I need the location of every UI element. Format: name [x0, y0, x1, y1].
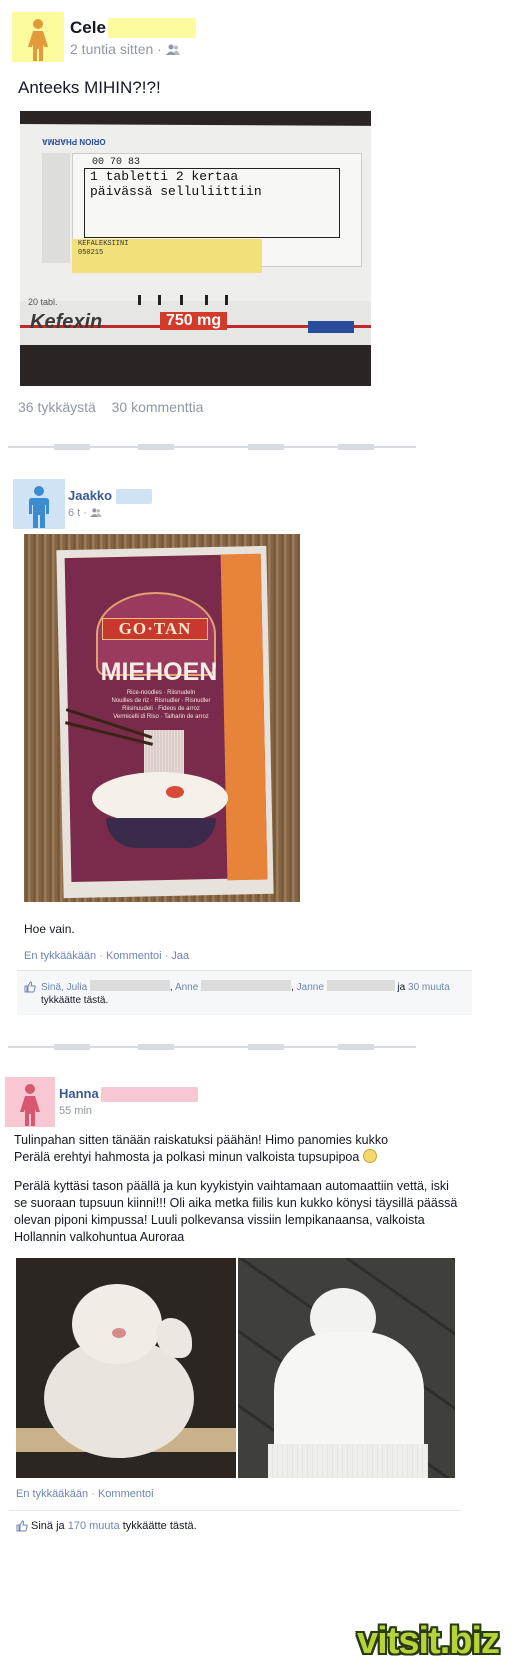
- meta-dot: ·: [157, 41, 166, 57]
- label-small: KEFALEKSIINI: [78, 240, 129, 248]
- label-line-2: päivässä selluliittiin: [90, 184, 262, 199]
- post-photo-medicine-box[interactable]: Kefexin 750 mg 20 tabl. ORION PHARMA 00 …: [20, 111, 371, 386]
- post-separator: [8, 1044, 416, 1050]
- person-female-icon: [28, 19, 48, 61]
- action-dot: ·: [91, 1488, 98, 1500]
- product-name: MIEHOEN: [100, 658, 218, 686]
- post-author-name[interactable]: Hanna: [59, 1086, 99, 1101]
- name-redaction: [326, 980, 395, 991]
- likes-suffix: tykkäätte tästä.: [122, 1520, 197, 1532]
- post-text: Tulinpahan sitten tänään raiskatuksi pää…: [14, 1133, 389, 1164]
- label-code: 050215: [78, 249, 104, 257]
- dose-text: 750 mg: [160, 312, 228, 330]
- likes-name-janne[interactable]: Janne: [297, 982, 324, 993]
- post-photo-rooster[interactable]: [16, 1258, 236, 1478]
- comment-link[interactable]: Kommentoi: [106, 950, 162, 962]
- name-redaction: [201, 980, 292, 991]
- post-timestamp[interactable]: 2 tuntia sitten: [70, 41, 153, 57]
- post-timestamp[interactable]: 6 t: [68, 507, 80, 519]
- comment-link[interactable]: Kommentoi: [98, 1488, 154, 1500]
- author-avatar-hanna[interactable]: [5, 1077, 55, 1127]
- friends-icon[interactable]: [90, 508, 102, 517]
- post-photo-white-beanie[interactable]: [238, 1258, 455, 1478]
- smiley-icon: [362, 1149, 377, 1163]
- post-author-name[interactable]: Cele: [70, 18, 106, 38]
- unlike-link[interactable]: En tykkääkään: [24, 950, 96, 962]
- thumbs-up-icon: [16, 1520, 28, 1532]
- post-author-name[interactable]: Jaakko: [68, 488, 112, 503]
- post-text-paragraph-2: Perälä kyttäsi tason päällä ja kun kyyki…: [14, 1179, 458, 1244]
- likes-summary: Sinä, Julia , Anne , Janne ja 30 muuta t…: [17, 970, 472, 1015]
- post-text: Hoe vain.: [24, 922, 75, 936]
- likes-name-anne[interactable]: Anne: [175, 982, 198, 993]
- post-photo-noodle-pack[interactable]: GO·TAN MIEHOEN Rice-noodles · Riisnudeln…: [24, 534, 300, 902]
- likes-names: Sinä ja: [31, 1520, 65, 1532]
- name-redaction: [89, 980, 170, 991]
- product-sub-3: Riisinuudeli · Fideos de arroz: [122, 706, 200, 712]
- comments-count[interactable]: 30 kommenttia: [112, 399, 204, 415]
- label-line-1: 1 tabletti 2 kertaa: [90, 169, 239, 184]
- post-text-paragraph-1: Tulinpahan sitten tänään raiskatuksi pää…: [14, 1132, 426, 1166]
- likes-summary: Sinä ja 170 muuta tykkäätte tästä.: [9, 1510, 461, 1541]
- likes-suffix: tykkäätte tästä.: [41, 995, 109, 1006]
- friends-icon[interactable]: [165, 44, 180, 55]
- author-avatar-cele[interactable]: [12, 12, 64, 62]
- share-link[interactable]: Jaa: [171, 950, 189, 962]
- likes-and: ja: [397, 982, 406, 993]
- product-sub-1: Rice-noodles · Riisnudeln: [126, 690, 196, 696]
- likes-more-link[interactable]: 30 muuta: [408, 982, 450, 993]
- likes-more-link[interactable]: 170 muuta: [68, 1520, 120, 1532]
- person-female-icon: [20, 1084, 40, 1126]
- unlike-link[interactable]: En tykkääkään: [16, 1488, 88, 1500]
- author-avatar-jaakko[interactable]: [13, 479, 65, 529]
- brand-text: Kefexin: [30, 311, 103, 333]
- person-male-icon: [29, 486, 49, 528]
- thumbs-up-icon: [24, 981, 36, 993]
- post-timestamp[interactable]: 55 min: [59, 1105, 92, 1117]
- post-separator: [8, 444, 416, 450]
- watermark-logo: vitsit.biz: [357, 1620, 500, 1662]
- meta-dot: ·: [83, 507, 91, 519]
- brand-logo: GO·TAN: [102, 618, 208, 640]
- name-redaction: [108, 18, 196, 38]
- pharma-text: ORION PHARMA: [42, 137, 106, 146]
- likes-count[interactable]: 36 tykkäystä: [18, 399, 96, 415]
- post-text: Anteeks MIHIN?!?!: [18, 78, 161, 97]
- count-text: 20 tabl.: [28, 297, 58, 307]
- name-redaction: [101, 1087, 198, 1102]
- box-number: 00 70 83: [92, 157, 141, 168]
- likes-names[interactable]: Sinä, Julia: [41, 982, 87, 993]
- product-sub-2: Nouilles de riz · Risnudler · Risnudler: [111, 698, 211, 704]
- name-redaction: [116, 489, 152, 504]
- action-dot: ·: [99, 950, 106, 962]
